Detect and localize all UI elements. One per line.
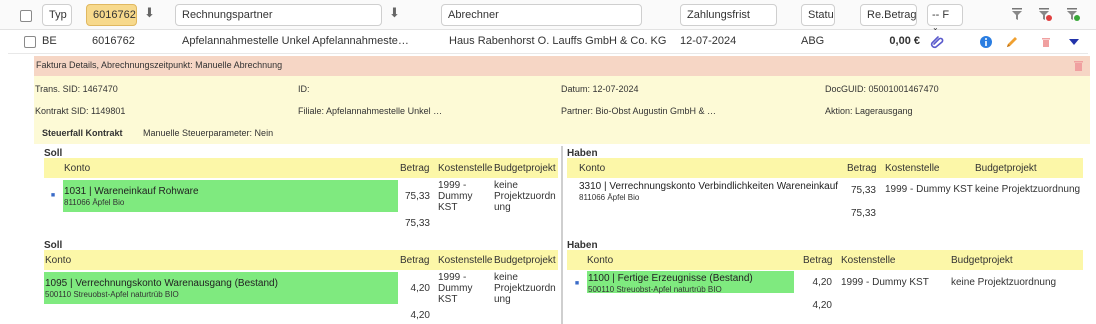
docguid-field: DocGUID: 05001001467470: [825, 84, 939, 94]
haben-header-row: Konto Betrag Kostenstelle Budgetprojekt: [567, 250, 1083, 270]
row-typ: BE: [42, 35, 57, 47]
th-betrag: Betrag: [400, 255, 430, 266]
soll-kst-3: KST: [438, 202, 458, 213]
haben-kst: 1999 - Dummy KST: [841, 277, 929, 288]
datum-field: Datum: 12-07-2024: [561, 84, 639, 94]
th-kostenstelle: Kostenstelle: [438, 163, 493, 174]
haben-account-name: 1100 | Fertige Erzeugnisse (Bestand): [588, 273, 753, 284]
soll-bp-2: Projektzuordn: [494, 283, 556, 294]
th-betrag: Betrag: [847, 163, 877, 174]
soll-kst-2: Dummy: [438, 283, 473, 294]
soll-account-name: 1031 | Wareneinkauf Rohware: [64, 186, 199, 197]
haben-account-name: 3310 | Verrechnungskonto Verbindlichkeit…: [579, 181, 839, 192]
soll-header-row: Konto Betrag Kostenstelle Budgetprojekt: [44, 158, 558, 178]
filter-add-icon[interactable]: [1066, 7, 1080, 21]
th-kostenstelle: Kostenstelle: [438, 255, 493, 266]
filiale-field: Filiale: Apfelannahmestelle Unkel …: [298, 106, 443, 116]
soll-header-row: Konto Betrag Kostenstelle Budgetprojekt: [44, 250, 558, 270]
row-abrechner: Haus Rabenhorst O. Lauffs GmbH & Co. KG: [449, 35, 667, 47]
kontrakt-sid: Kontrakt SID: 1149801: [35, 106, 126, 116]
soll-bp-3: ung: [494, 294, 511, 305]
row-betrag: 0,00 €: [889, 35, 920, 47]
faktura-title: Faktura Details, Abrechnungszeitpunkt: M…: [36, 60, 283, 70]
soll-kst-3: KST: [438, 294, 458, 305]
th-konto: Konto: [579, 163, 606, 174]
paperclip-icon[interactable]: [930, 35, 944, 49]
filter-select[interactable]: -- F ⌄: [927, 4, 963, 32]
haben-total: 75,33: [850, 208, 876, 219]
th-kostenstelle: Kostenstelle: [885, 163, 940, 174]
row-zahlungsfrist: 12-07-2024: [680, 35, 737, 47]
soll-bp-1: keine: [494, 180, 518, 191]
trash-icon[interactable]: [1039, 35, 1053, 49]
soll-account-sub: 500110 Streuobst-Apfel naturtrüb BIO: [45, 290, 179, 299]
soll-kst-1: 1999 -: [438, 180, 467, 191]
steuerparameter-label: Manuelle Steuerparameter: Nein: [143, 128, 274, 138]
soll-betrag: 4,20: [410, 283, 430, 294]
id-field: ID:: [298, 84, 310, 94]
filter-row: Typ 6016762 ⬇ Rechnungspartner ⬇ Abrechn…: [0, 0, 1096, 32]
filter-remove-icon[interactable]: [1038, 7, 1052, 21]
soll-account-sub: 811066 Äpfel Bio: [64, 198, 125, 207]
row-partner: Apfelannahmestelle Unkel Apfelannahmeste…: [182, 35, 409, 47]
select-all-checkbox[interactable]: [20, 10, 32, 22]
soll-bp-3: ung: [494, 202, 511, 213]
th-kostenstelle: Kostenstelle: [841, 255, 896, 266]
th-betrag: Betrag: [803, 255, 833, 266]
row-nummer: 6016762: [92, 35, 135, 47]
soll-bp-1: keine: [494, 272, 518, 283]
haben-total: 4,20: [812, 300, 832, 311]
arrow-down-icon[interactable]: ⬇: [144, 6, 155, 19]
faktura-details-bar: Faktura Details, Abrechnungszeitpunkt: M…: [34, 56, 1090, 76]
arrow-down-icon[interactable]: ⬇: [389, 6, 400, 19]
abrechner-filter[interactable]: Abrechner: [441, 4, 642, 26]
steuerfall-label: Steuerfall Kontrakt: [42, 128, 123, 138]
soll-haben-divider: [561, 146, 563, 324]
haben-header-row: Konto Betrag Kostenstelle Budgetprojekt: [567, 158, 1083, 178]
filter-icon[interactable]: [1010, 7, 1024, 21]
filter-select-value: -- F: [932, 9, 950, 21]
row-checkbox[interactable]: [24, 36, 36, 48]
nummer-filter[interactable]: 6016762: [86, 4, 137, 26]
th-budgetprojekt: Budgetprojekt: [494, 255, 556, 266]
soll-kst-1: 1999 -: [438, 272, 467, 283]
zahlungsfrist-filter[interactable]: Zahlungsfrist: [680, 4, 777, 26]
expand-triangle-icon[interactable]: [1067, 35, 1081, 49]
haben-bp: keine Projektzuordnung: [951, 277, 1057, 288]
soll-total: 75,33: [404, 218, 430, 229]
haben-kst: 1999 - Dummy KST: [885, 184, 973, 195]
rebetrag-filter[interactable]: Re.Betrag: [860, 4, 917, 26]
th-budgetprojekt: Budgetprojekt: [975, 163, 1037, 174]
haben-account-sub: 500110 Streuobst-Apfel naturtrüb BIO: [588, 285, 722, 294]
th-konto: Konto: [45, 255, 72, 266]
info-icon[interactable]: [979, 35, 993, 49]
th-budgetprojekt: Budgetprojekt: [494, 163, 556, 174]
invoice-row[interactable]: BE 6016762 Apfelannahmestelle Unkel Apfe…: [8, 30, 1088, 54]
soll-bp-2: Projektzuordn: [494, 191, 556, 202]
haben-account-sub: 811066 Äpfel Bio: [579, 193, 640, 202]
soll-kst-2: Dummy: [438, 191, 473, 202]
th-budgetprojekt: Budgetprojekt: [951, 255, 1013, 266]
typ-filter[interactable]: Typ: [42, 4, 72, 26]
haben-betrag: 4,20: [812, 277, 832, 288]
th-konto: Konto: [587, 255, 614, 266]
tag-icon[interactable]: ■: [572, 279, 582, 288]
status-filter[interactable]: Status: [801, 4, 835, 26]
haben-betrag: 75,33: [850, 185, 876, 196]
faktura-details: Trans. SID: 1467470 ID: Datum: 12-07-202…: [34, 76, 1090, 144]
tag-icon[interactable]: ■: [48, 191, 58, 200]
soll-total: 4,20: [410, 310, 430, 321]
pencil-icon[interactable]: [1005, 35, 1019, 49]
th-konto: Konto: [64, 163, 91, 174]
row-status: ABG: [801, 35, 825, 47]
trans-sid: Trans. SID: 1467470: [35, 84, 118, 94]
soll-account-name: 1095 | Verrechnungskonto Warenausgang (B…: [45, 278, 278, 289]
aktion-field: Aktion: Lagerausgang: [825, 106, 913, 116]
haben-bp: keine Projektzuordnung: [975, 184, 1081, 195]
trash-icon[interactable]: [1073, 60, 1084, 72]
th-betrag: Betrag: [400, 163, 430, 174]
soll-betrag: 75,33: [404, 191, 430, 202]
partner-field: Partner: Bio-Obst Augustin GmbH & …: [561, 106, 717, 116]
rechnungspartner-filter[interactable]: Rechnungspartner: [175, 4, 382, 26]
